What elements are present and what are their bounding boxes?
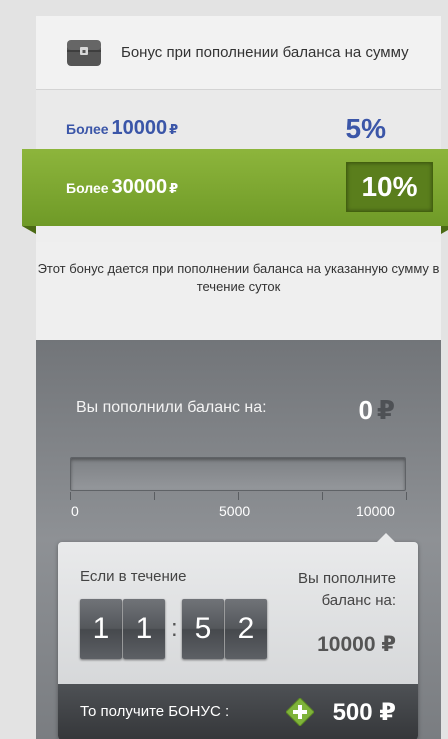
progress-tick	[238, 492, 239, 500]
progress-tick	[406, 492, 407, 500]
plus-icon	[286, 698, 314, 726]
bonus-panel: Бонус при пополнении баланса на сумму Бо…	[36, 16, 441, 739]
timer-separator: :	[171, 615, 178, 642]
tier-prefix: Более	[66, 180, 109, 196]
timer-digit: 5	[182, 599, 224, 659]
bonus-amount: 500	[332, 699, 373, 726]
tier-percent: 10%	[361, 171, 418, 202]
topup-value: 0 ₽	[358, 395, 395, 426]
target-amount: 10000 ₽	[317, 632, 396, 657]
target-value: 10000	[317, 633, 376, 656]
ribbon-fold-left	[22, 226, 36, 234]
header-title: Бонус при пополнении баланса на сумму	[121, 44, 409, 61]
tier-label: Более 30000 ₽	[66, 176, 178, 199]
topup-section: Вы пополнили баланс на: 0 ₽ 0 5000 10000 …	[36, 340, 441, 739]
bonus-header: Бонус при пополнении баланса на сумму	[36, 16, 441, 90]
tier-percent: 5%	[345, 113, 386, 144]
timer-digit: 1	[123, 599, 165, 659]
progress-tick	[70, 492, 71, 500]
countdown-label: Если в течение	[80, 568, 187, 585]
ruble-sign: ₽	[169, 122, 179, 137]
bonus-label: То получите БОНУС :	[80, 703, 230, 720]
topup-amount: 0	[358, 395, 373, 425]
ribbon-fold-right	[441, 226, 448, 234]
topup-progress-bar	[70, 457, 406, 491]
tick-label-10000: 10000	[356, 503, 395, 519]
ruble-sign: ₽	[169, 181, 179, 196]
chest-icon	[67, 40, 101, 66]
bonus-result-bar: То получите БОНУС : 500 ₽	[58, 684, 418, 739]
ruble-sign: ₽	[379, 699, 396, 726]
tier-amount: 10000	[111, 117, 168, 139]
countdown-card: Если в течение 1 1 : 5 2 Вы пополните ба…	[58, 533, 418, 739]
card-pointer	[376, 533, 396, 543]
bonus-note: Этот бонус дается при пополнении баланса…	[36, 242, 441, 342]
ruble-sign: ₽	[376, 395, 395, 425]
timer-digit: 1	[80, 599, 122, 659]
progress-tick	[322, 492, 323, 500]
tier-prefix: Более	[66, 121, 109, 137]
tier-label: Более 10000 ₽	[66, 117, 178, 140]
tier-row-30000[interactable]: Более 30000 ₽ 10%	[22, 149, 448, 226]
target-label: Вы пополните баланс на:	[297, 570, 396, 609]
topup-label: Вы пополнили баланс на:	[76, 399, 267, 416]
tick-label-5000: 5000	[219, 503, 251, 519]
bonus-value: 500 ₽	[333, 698, 396, 727]
ruble-sign: ₽	[381, 633, 396, 656]
tier-amount: 30000	[111, 176, 168, 198]
tier-percent-box: 10%	[346, 162, 433, 212]
tick-label-0: 0	[71, 503, 79, 519]
progress-tick	[154, 492, 155, 500]
